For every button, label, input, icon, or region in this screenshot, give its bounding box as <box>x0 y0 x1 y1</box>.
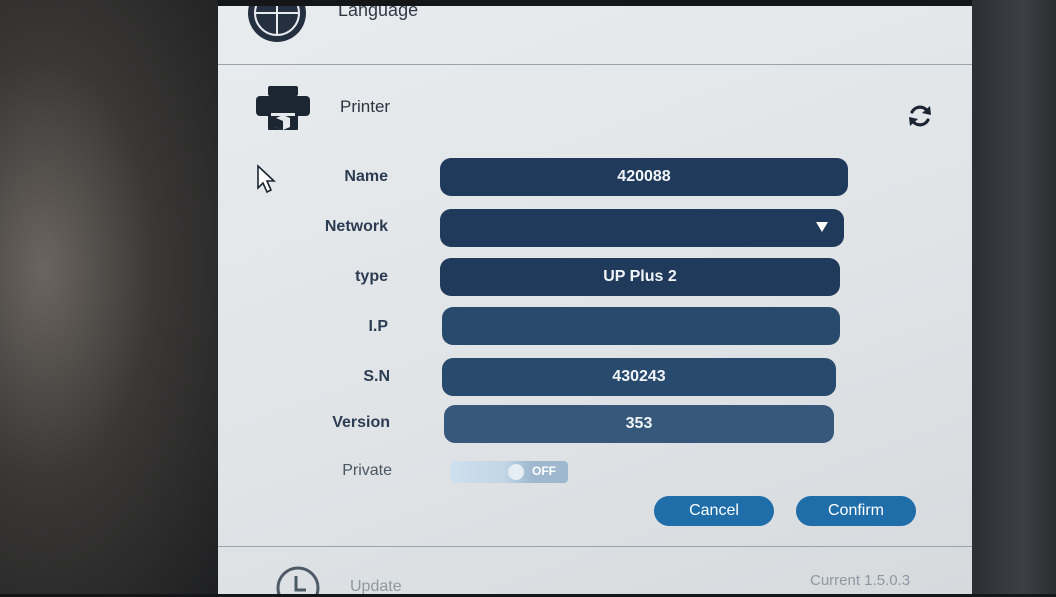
toggle-knob <box>508 464 524 480</box>
dropdown-arrow-icon <box>816 222 828 232</box>
divider <box>218 546 972 547</box>
version-field[interactable]: 353 <box>444 405 834 443</box>
background-left <box>0 0 218 597</box>
globe-icon <box>248 6 306 42</box>
ip-field[interactable] <box>442 307 840 345</box>
type-field[interactable]: UP Plus 2 <box>440 258 840 296</box>
version-label: Version <box>332 414 390 431</box>
language-section[interactable]: Language <box>218 6 972 64</box>
refresh-icon[interactable] <box>906 102 934 130</box>
name-field[interactable]: 420088 <box>440 158 848 196</box>
current-version: Current 1.5.0.3 <box>810 572 911 589</box>
language-label: Language <box>338 6 419 20</box>
network-label: Network <box>324 218 388 235</box>
update-label[interactable]: Update <box>350 578 402 594</box>
cancel-button[interactable]: Cancel <box>654 496 774 526</box>
private-toggle[interactable]: OFF <box>450 461 568 483</box>
confirm-button[interactable]: Confirm <box>796 496 916 526</box>
name-label: Name <box>344 168 388 185</box>
settings-panel: Language Printer Name 420088 Network typ… <box>218 6 972 594</box>
sn-label: S.N <box>363 368 390 385</box>
ip-label: I.P <box>368 318 388 335</box>
divider <box>218 64 972 65</box>
sn-field[interactable]: 430243 <box>442 358 836 396</box>
printer-icon <box>256 86 310 130</box>
monitor-bezel-right <box>972 0 1056 597</box>
private-label: Private <box>342 462 392 479</box>
toggle-state: OFF <box>532 464 556 478</box>
type-label: type <box>355 268 388 285</box>
printer-title: Printer <box>340 97 391 116</box>
network-dropdown[interactable] <box>440 209 844 247</box>
clock-icon <box>276 566 320 594</box>
